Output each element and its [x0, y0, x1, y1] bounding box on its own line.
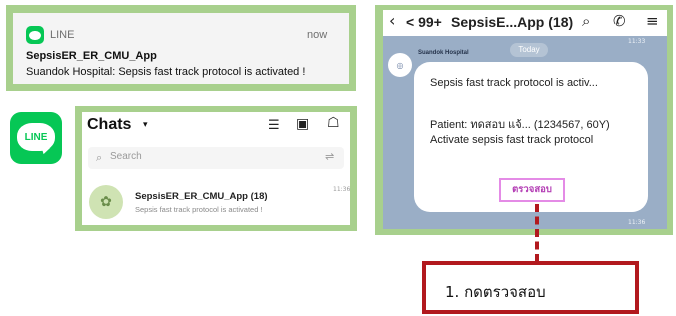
chat-item-preview: Sepsis fast track protocol is activated … [135, 205, 263, 214]
edit-list-icon[interactable]: ☰ [268, 118, 280, 133]
message-timestamp: 11:33 [628, 38, 646, 45]
phone-icon[interactable]: ✆ [613, 12, 626, 30]
search-placeholder: Search [110, 151, 142, 162]
message-title: Sepsis fast track protocol is activ... [430, 77, 598, 89]
line-app-icon[interactable]: LINE [10, 112, 62, 164]
search-icon[interactable]: ⌕ [582, 12, 590, 30]
check-button[interactable]: ตรวจสอบ [499, 178, 565, 202]
date-chip: Today [510, 43, 548, 57]
search-icon: ⌕ [96, 151, 103, 164]
line-logo-icon [26, 26, 44, 44]
message-body: Patient: ทดสอบ แจ้... (1234567, 60Y) Act… [430, 119, 610, 146]
chat-avatar: ✿ [89, 185, 123, 219]
chat-item-title: SepsisER_ER_CMU_App [135, 191, 248, 202]
menu-icon[interactable]: ≡ [646, 12, 659, 30]
chat-item-name[interactable]: SepsisER_ER_CMU_App (18) [135, 191, 268, 202]
chat-item-time: 11:36 [333, 186, 351, 193]
notification-message: Suandok Hospital: Sepsis fast track prot… [26, 66, 306, 78]
chevron-down-icon[interactable]: ▾ [143, 120, 148, 130]
callout-connector [535, 204, 539, 262]
sender-name: Suandok Hospital [418, 50, 469, 56]
message-timestamp: 11:36 [628, 219, 646, 226]
video-call-icon[interactable]: ▣ [296, 116, 309, 132]
back-icon[interactable]: ‹ [389, 11, 395, 30]
notification-app-name: LINE [50, 29, 75, 41]
chat-item-count: (18) [250, 191, 268, 202]
chats-title[interactable]: Chats [87, 116, 131, 134]
sender-avatar[interactable]: ◎ [388, 53, 412, 77]
new-chat-icon[interactable]: ☖ [327, 115, 340, 131]
chat-room-title: SepsisE...App (18) [451, 14, 574, 30]
notification-title: SepsisER_ER_CMU_App [26, 50, 157, 62]
unread-count[interactable]: < 99+ [406, 14, 442, 30]
filter-icon[interactable]: ⇌ [325, 150, 334, 163]
callout-text: 1. กดตรวจสอบ [445, 283, 546, 301]
notification-time: now [307, 29, 328, 41]
